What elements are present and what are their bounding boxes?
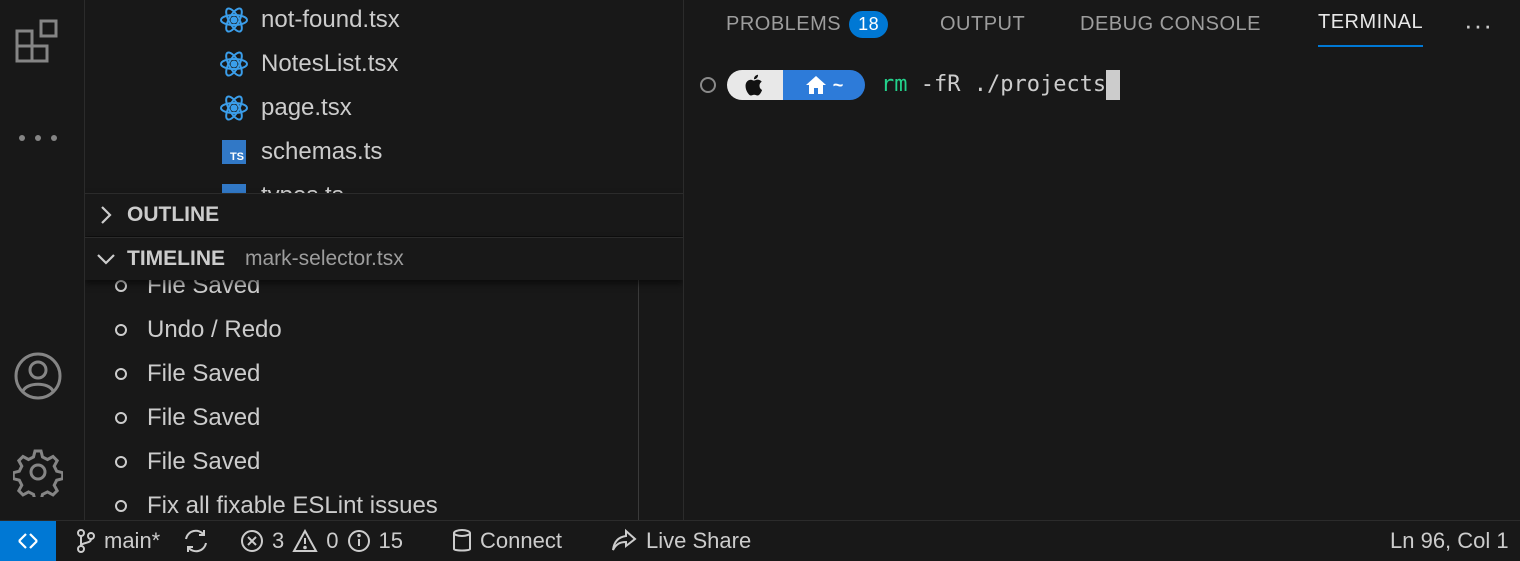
timeline-list: File Saved Undo / Redo File Saved File S… (85, 264, 639, 520)
timeline-item[interactable]: Undo / Redo (115, 308, 282, 352)
file-item-not-found[interactable]: not-found.tsx (219, 0, 400, 40)
timeline-dot-icon (115, 412, 127, 424)
timeline-item[interactable]: File Saved (115, 396, 260, 440)
timeline-item[interactable]: File Saved (115, 440, 260, 484)
react-icon (219, 5, 249, 35)
problems-count-badge: 18 (849, 10, 889, 38)
file-item-schemas[interactable]: TS schemas.ts (219, 132, 382, 172)
file-name: not-found.tsx (261, 6, 400, 33)
chevron-down-icon (95, 248, 117, 270)
file-name: page.tsx (261, 94, 352, 121)
file-item-page[interactable]: page.tsx (219, 88, 352, 128)
typescript-icon: TS (219, 137, 249, 167)
git-branch-icon (77, 529, 95, 553)
chevron-right-icon (95, 204, 117, 226)
command-status-dot-icon (700, 77, 716, 93)
outline-section-header[interactable]: OUTLINE (85, 193, 683, 236)
home-segment: ~ (783, 70, 865, 100)
live-share-icon (612, 528, 637, 551)
sync-icon[interactable] (182, 521, 210, 561)
info-icon (347, 530, 370, 552)
timeline-section-header[interactable]: TIMELINE mark-selector.tsx (85, 237, 683, 280)
terminal-cursor (1106, 70, 1121, 100)
explorer-sidebar: not-found.tsx NotesList.tsx page.tsx TS … (85, 0, 684, 520)
tab-terminal[interactable]: TERMINAL (1318, 0, 1424, 47)
bottom-panel: PROBLEMS 18 OUTPUT DEBUG CONSOLE TERMINA… (686, 0, 1520, 520)
timeline-dot-icon (115, 500, 127, 512)
extensions-icon[interactable] (12, 16, 64, 68)
problems-indicator[interactable]: 3 0 15 (240, 521, 403, 561)
timeline-item[interactable]: Fix all fixable ESLint issues (115, 484, 438, 520)
tab-debug-console[interactable]: DEBUG CONSOLE (1080, 0, 1261, 48)
terminal-prompt-line[interactable]: ~ rm -fR ./projects (700, 68, 1121, 102)
apple-logo-icon (727, 70, 783, 100)
more-views-icon[interactable] (12, 112, 64, 164)
file-item-noteslist[interactable]: NotesList.tsx (219, 44, 398, 84)
warning-icon (292, 529, 318, 552)
timeline-dot-icon (115, 324, 127, 336)
timeline-dot-icon (115, 280, 127, 292)
tab-problems[interactable]: PROBLEMS 18 (726, 0, 889, 48)
react-icon (219, 49, 249, 79)
tab-output[interactable]: OUTPUT (940, 0, 1025, 48)
cursor-position[interactable]: Ln 96, Col 1 (1390, 521, 1509, 561)
home-icon (805, 76, 826, 94)
timeline-dot-icon (115, 456, 127, 468)
remote-indicator-icon[interactable] (0, 521, 56, 561)
file-name: schemas.ts (261, 138, 383, 165)
accounts-icon[interactable] (12, 350, 64, 402)
terminal-command: rm -fR ./projects (881, 70, 1121, 100)
live-share-button[interactable]: Live Share (610, 521, 751, 561)
react-icon (219, 93, 249, 123)
branch-indicator[interactable]: main* (76, 521, 160, 561)
outline-title: OUTLINE (127, 203, 220, 226)
activity-bar (0, 0, 85, 520)
file-name: NotesList.tsx (261, 50, 399, 77)
connect-button[interactable]: Connect (452, 521, 562, 561)
timeline-title: TIMELINE (127, 247, 225, 270)
timeline-file-name: mark-selector.tsx (245, 247, 404, 270)
database-icon (453, 529, 471, 552)
status-bar: main* 3 0 15 Connect Live Share Ln 96, C… (0, 520, 1520, 561)
timeline-dot-icon (115, 368, 127, 380)
timeline-item[interactable]: File Saved (115, 352, 260, 396)
settings-gear-icon[interactable] (12, 446, 64, 498)
error-icon (241, 530, 263, 552)
more-actions-icon[interactable]: ··· (1464, 10, 1493, 41)
